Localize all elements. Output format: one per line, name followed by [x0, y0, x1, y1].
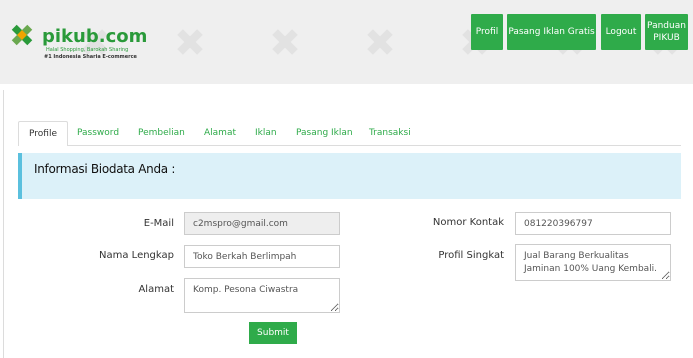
profil-singkat-label: Profil Singkat: [438, 250, 504, 261]
logo-wordmark: pikub.com: [42, 26, 148, 47]
tab-profile[interactable]: Profile: [18, 121, 68, 146]
nav-logout-button[interactable]: Logout: [601, 14, 641, 50]
nav-panduan-button[interactable]: Panduan PIKUB: [645, 14, 688, 50]
profil-singkat-field[interactable]: Jual Barang Berkualitas Jaminan 100% Uan…: [515, 244, 671, 281]
nama-lengkap-label: Nama Lengkap: [99, 250, 174, 261]
email-label: E-Mail: [143, 218, 174, 229]
tab-transaksi[interactable]: Transaksi: [369, 121, 411, 146]
email-field[interactable]: [184, 212, 340, 235]
nama-lengkap-field[interactable]: [184, 245, 340, 268]
logo-mark-icon: [11, 24, 33, 46]
alamat-field[interactable]: Komp. Pesona Ciwastra: [184, 278, 340, 313]
nomor-kontak-field[interactable]: [515, 212, 671, 235]
submit-button[interactable]: Submit: [249, 322, 297, 344]
tab-pasang-iklan[interactable]: Pasang Iklan: [296, 121, 353, 146]
panel-title: Informasi Biodata Anda :: [34, 162, 176, 176]
nomor-kontak-label: Nomor Kontak: [432, 217, 504, 228]
biodata-panel: Informasi Biodata Anda :: [18, 153, 681, 199]
nav-profil-button[interactable]: Profil: [471, 14, 503, 50]
logo-tagline: Halal Shopping, Barokah Sharing: [46, 47, 129, 53]
logo-slogan: #1 Indonesia Sharia E-commerce: [44, 54, 137, 60]
tab-iklan[interactable]: Iklan: [255, 121, 277, 146]
content-border: [3, 90, 4, 358]
panduan-line2: PIKUB: [653, 33, 680, 43]
nav-pasang-iklan-button[interactable]: Pasang Iklan Gratis: [507, 14, 596, 50]
tab-pembelian[interactable]: Pembelian: [138, 121, 185, 146]
tab-password[interactable]: Password: [77, 121, 119, 146]
alamat-label: Alamat: [138, 284, 174, 295]
site-header: pikub.com Halal Shopping, Barokah Sharin…: [0, 0, 693, 84]
pikub-logo[interactable]: pikub.com Halal Shopping, Barokah Sharin…: [6, 14, 148, 60]
tab-alamat[interactable]: Alamat: [204, 121, 236, 146]
panduan-line1: Panduan: [647, 21, 686, 31]
